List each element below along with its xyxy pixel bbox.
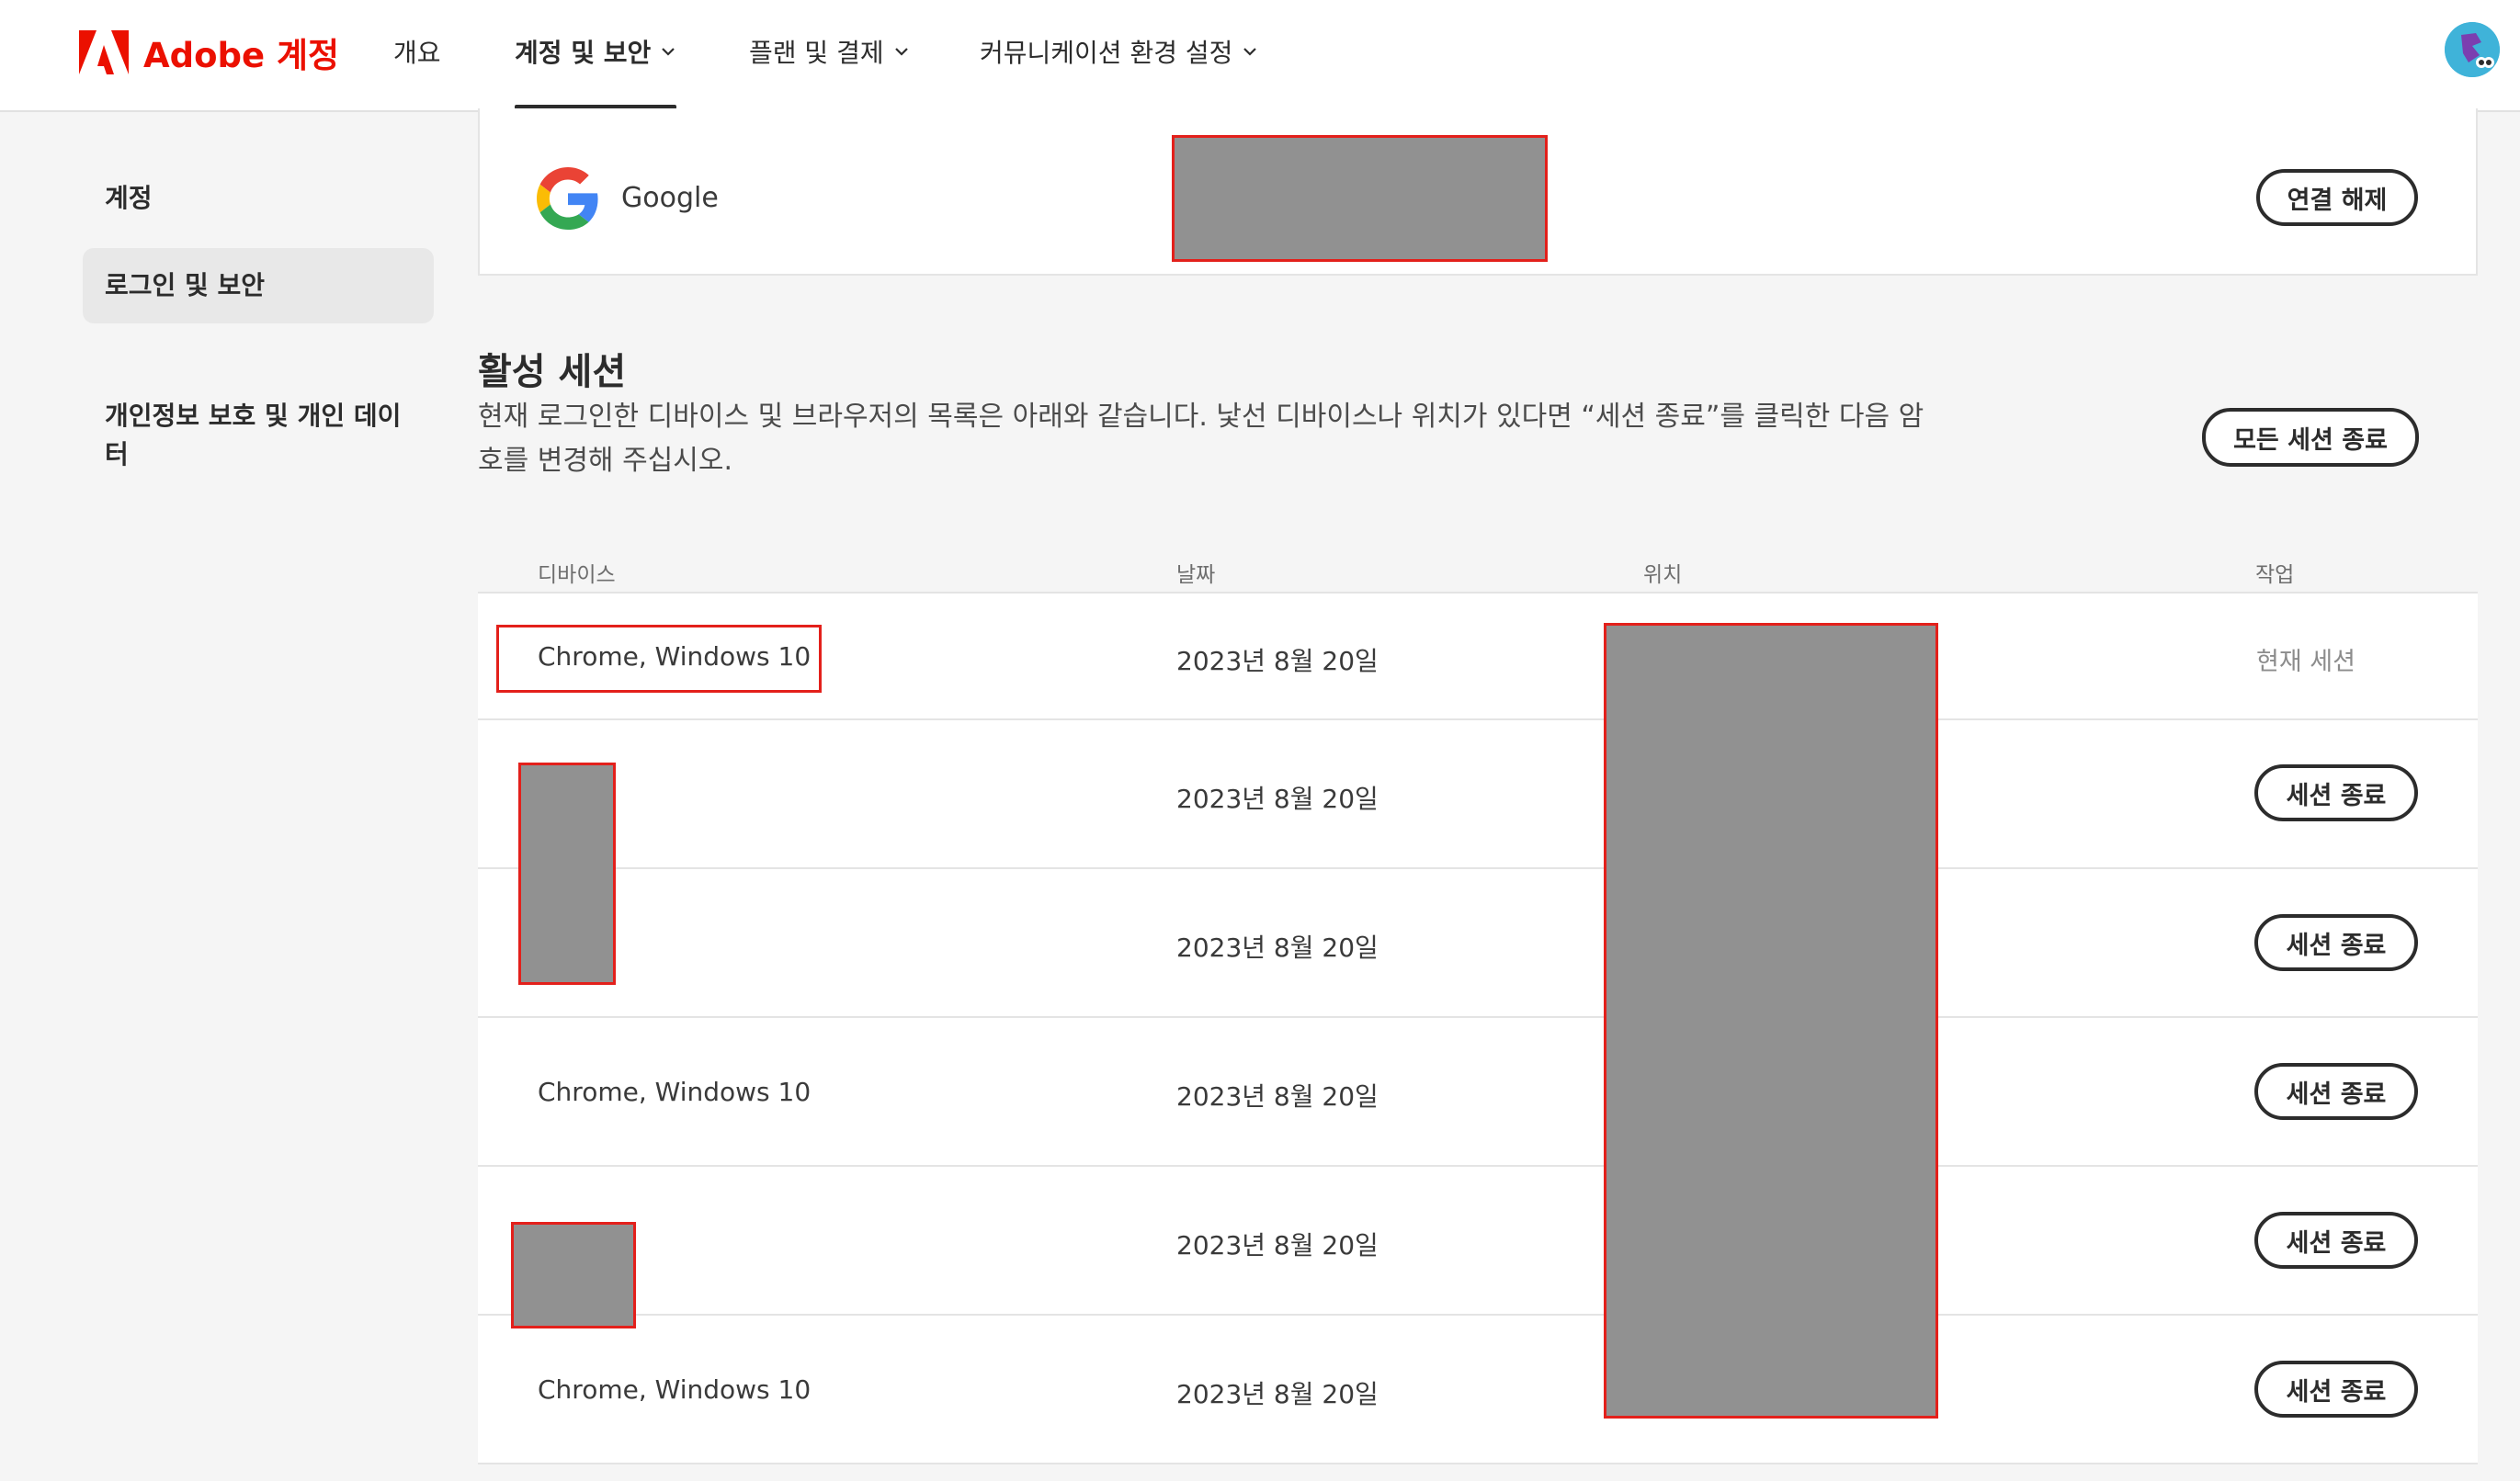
end-session-label: 세션 종료	[2286, 781, 2387, 810]
end-all-sessions-label: 모든 세션 종료	[2233, 425, 2388, 455]
sessions-description: 현재 로그인한 디바이스 및 브라우저의 목록은 아래와 같습니다. 낯선 디바…	[478, 401, 1924, 477]
top-navigation-bar: Adobe 계정 개요 계정 및 보안 플랜 및 결제 커뮤니케이션 환경 설정	[0, 0, 2520, 112]
session-date: 2023년 8월 20일	[1176, 1230, 1379, 1261]
table-row	[478, 1167, 2478, 1316]
redacted-device	[518, 763, 616, 985]
session-date: 2023년 8월 20일	[1176, 1379, 1379, 1409]
end-all-sessions-button[interactable]: 모든 세션 종료	[2202, 408, 2419, 467]
redacted-location	[1604, 623, 1938, 1419]
chevron-down-icon	[662, 48, 675, 56]
session-date: 2023년 8월 20일	[1176, 646, 1379, 676]
column-header-location: 위치	[1643, 563, 1683, 587]
sessions-title: 활성 세션	[478, 351, 627, 393]
session-date: 2023년 8월 20일	[1176, 1081, 1379, 1112]
nav-communication-label: 커뮤니케이션 환경 설정	[980, 38, 1233, 68]
redacted-device	[511, 1222, 636, 1328]
session-date: 2023년 8월 20일	[1176, 784, 1379, 814]
chevron-down-icon	[1243, 48, 1257, 56]
sidebar-item-login-security[interactable]: 로그인 및 보안	[83, 248, 434, 323]
end-session-button[interactable]: 세션 종료	[2254, 1063, 2418, 1120]
session-device: Chrome, Windows 10	[538, 1374, 812, 1405]
session-date: 2023년 8월 20일	[1176, 933, 1379, 963]
end-session-button[interactable]: 세션 종료	[2254, 914, 2418, 971]
sidebar-item-label: 개인정보 보호 및 개인 데이 터	[105, 401, 402, 469]
session-device: Chrome, Windows 10	[538, 1077, 812, 1107]
nav-account-security-label: 계정 및 보안	[515, 38, 652, 68]
linked-provider-name: Google	[621, 182, 719, 214]
nav-plans-billing[interactable]: 플랜 및 결제	[749, 33, 910, 70]
sidebar-item-account[interactable]: 계정	[83, 178, 434, 215]
current-session-label: 현재 세션	[2256, 648, 2355, 676]
disconnect-label: 연결 해제	[2287, 186, 2388, 215]
end-session-label: 세션 종료	[2286, 1377, 2387, 1407]
end-session-label: 세션 종료	[2286, 1228, 2387, 1258]
session-device: Chrome, Windows 10	[538, 641, 812, 672]
nav-overview-label: 개요	[393, 38, 441, 68]
nav-overview[interactable]: 개요	[393, 33, 441, 70]
nav-account-security[interactable]: 계정 및 보안	[515, 33, 676, 70]
sidebar-item-privacy[interactable]: 개인정보 보호 및 개인 데이 터	[83, 358, 469, 474]
brand[interactable]: Adobe 계정	[79, 29, 339, 75]
column-header-date: 날짜	[1176, 563, 1216, 587]
avatar[interactable]	[2445, 22, 2500, 77]
sidebar-item-label: 계정	[105, 183, 153, 213]
redacted-email	[1172, 135, 1548, 262]
chevron-down-icon	[894, 48, 908, 56]
adobe-logo-icon	[79, 30, 129, 74]
nav-communication-preferences[interactable]: 커뮤니케이션 환경 설정	[980, 33, 1258, 70]
avatar-illustration	[2445, 22, 2500, 77]
column-header-action: 작업	[2255, 563, 2295, 587]
end-session-label: 세션 종료	[2286, 1080, 2387, 1109]
column-header-device: 디바이스	[538, 563, 616, 587]
table-row	[478, 720, 2478, 869]
end-session-button[interactable]: 세션 종료	[2254, 764, 2418, 821]
end-session-label: 세션 종료	[2286, 931, 2387, 960]
end-session-button[interactable]: 세션 종료	[2254, 1361, 2418, 1418]
table-row	[478, 869, 2478, 1018]
sidebar-item-label: 로그인 및 보안	[105, 270, 266, 300]
google-g-icon	[537, 167, 598, 230]
nav-plans-billing-label: 플랜 및 결제	[749, 38, 884, 68]
brand-name: Adobe 계정	[143, 36, 340, 75]
disconnect-button[interactable]: 연결 해제	[2256, 169, 2418, 226]
end-session-button[interactable]: 세션 종료	[2254, 1212, 2418, 1269]
